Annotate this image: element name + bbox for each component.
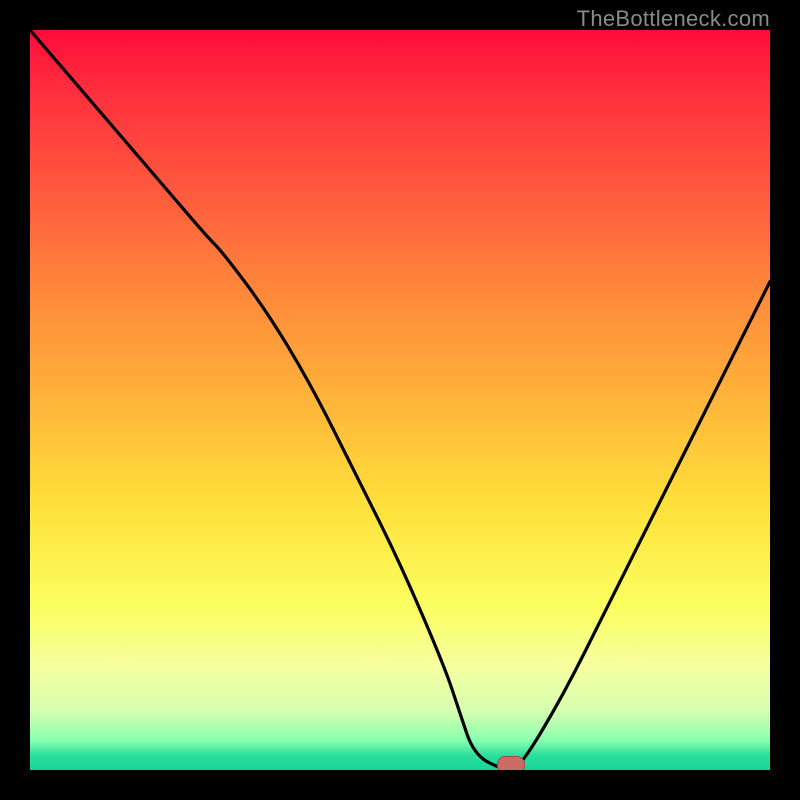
optimal-point-marker [497, 756, 525, 770]
gradient-background [30, 30, 770, 770]
plot-area [30, 30, 770, 770]
watermark-label: TheBottleneck.com [577, 6, 770, 32]
chart-frame: TheBottleneck.com [0, 0, 800, 800]
